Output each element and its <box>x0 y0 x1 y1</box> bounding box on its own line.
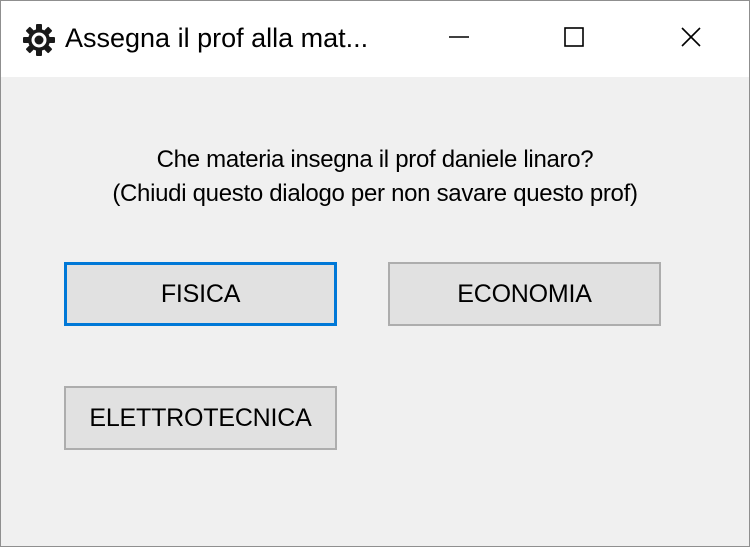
close-button[interactable] <box>635 1 747 77</box>
maximize-button[interactable] <box>518 1 630 77</box>
hint-line: (Chiudi questo dialogo per non savare qu… <box>112 180 638 207</box>
dialog-body: Che materia insegna il prof daniele lina… <box>1 77 749 546</box>
window-title: Assegna il prof alla mat... <box>65 23 369 53</box>
minimize-button[interactable] <box>403 1 515 77</box>
title-bar[interactable]: Assegna il prof alla mat... <box>1 1 749 77</box>
subject-button-economia[interactable]: ECONOMIA <box>388 262 661 326</box>
subject-button-elettrotecnica[interactable]: ELETTROTECNICA <box>64 386 337 450</box>
subject-button-fisica[interactable]: FISICA <box>64 262 337 326</box>
minimize-icon <box>448 26 470 53</box>
gear-icon[interactable] <box>21 22 57 58</box>
maximize-icon <box>563 26 585 53</box>
dialog-window: Assegna il prof alla mat... Che materia … <box>0 0 750 547</box>
close-icon <box>680 26 702 53</box>
question-text: Che materia insegna il prof daniele lina… <box>1 143 749 211</box>
question-line: Che materia insegna il prof daniele lina… <box>156 146 594 173</box>
